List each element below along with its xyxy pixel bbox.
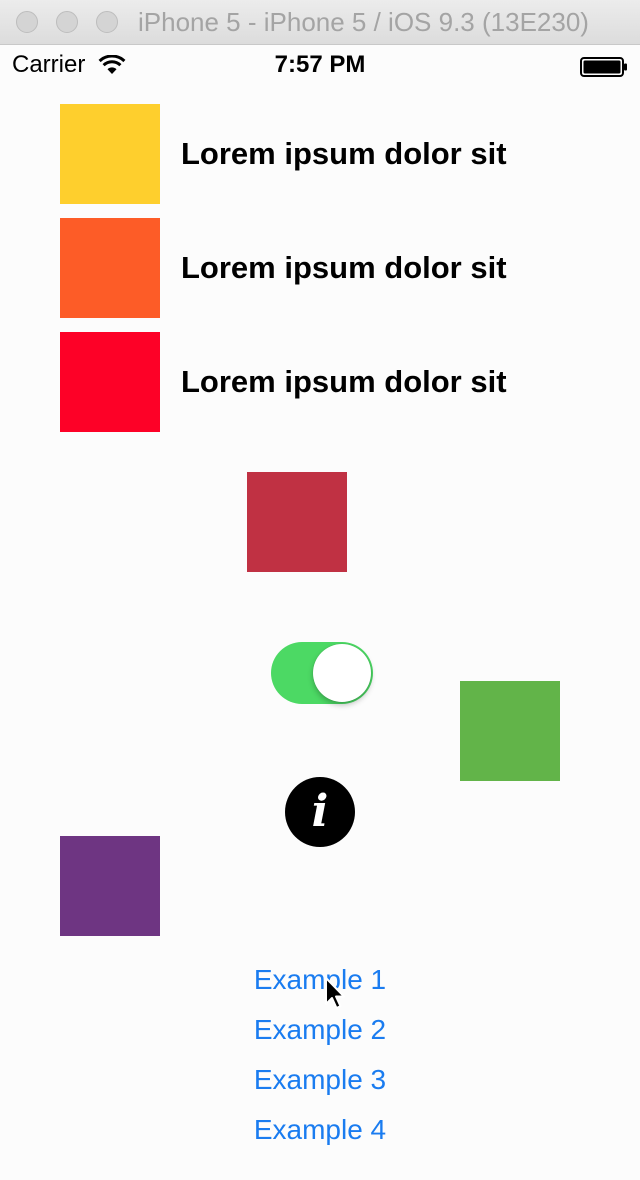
row-label: Lorem ipsum dolor sit <box>181 250 507 285</box>
status-time: 7:57 PM <box>274 51 366 78</box>
row-color-square <box>60 218 160 318</box>
row-label: Lorem ipsum dolor sit <box>181 136 507 171</box>
close-window-button[interactable] <box>16 11 38 33</box>
row-color-square <box>60 104 160 204</box>
simulator-window: iPhone 5 - iPhone 5 / iOS 9.3 (13E230) C… <box>0 0 640 1180</box>
example-1-link[interactable]: Example 1 <box>0 962 640 998</box>
info-glyph: i <box>311 786 329 837</box>
switch-knob[interactable] <box>313 644 371 702</box>
row-label: Lorem ipsum dolor sit <box>181 364 507 399</box>
mouse-pointer-icon <box>325 977 345 1009</box>
info-icon[interactable]: i <box>285 777 355 847</box>
green-square <box>460 681 560 781</box>
row-color-square <box>60 332 160 432</box>
example-4-link[interactable]: Example 4 <box>0 1112 640 1148</box>
battery-icon <box>580 57 627 77</box>
purple-square <box>60 836 160 936</box>
minimize-window-button[interactable] <box>56 11 78 33</box>
window-titlebar: iPhone 5 - iPhone 5 / iOS 9.3 (13E230) <box>0 0 640 45</box>
example-2-link[interactable]: Example 2 <box>0 1012 640 1048</box>
toggle-switch[interactable] <box>271 642 373 704</box>
example-3-link[interactable]: Example 3 <box>0 1062 640 1098</box>
status-bar: Carrier 7:57 PM <box>0 45 640 85</box>
crimson-square <box>247 472 347 572</box>
window-title: iPhone 5 - iPhone 5 / iOS 9.3 (13E230) <box>138 7 589 37</box>
zoom-window-button[interactable] <box>96 11 118 33</box>
